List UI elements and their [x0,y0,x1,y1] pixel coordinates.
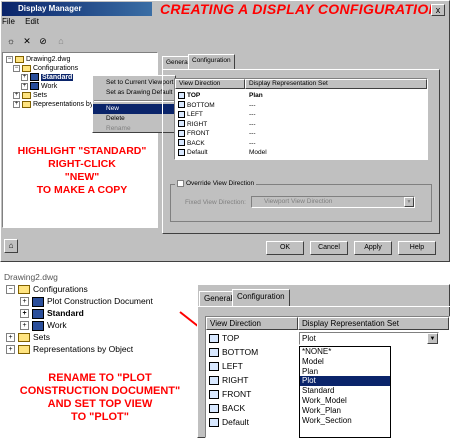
dropdown-option[interactable]: Plan [300,367,390,377]
column-header-set[interactable]: Display Representation Set [298,317,449,330]
view-row-label[interactable]: RIGHT [209,374,248,387]
dropdown-option[interactable]: Plot [300,376,390,387]
display-set-dropdown: *NONE* Model Plan Plot Standard Work_Model Wor… [299,346,391,438]
view-cube-icon [209,334,219,344]
dropdown-option[interactable]: Work_Section [300,416,390,426]
dropdown-option[interactable]: *NONE* [300,347,390,357]
view-cube-icon [209,348,219,358]
column-header-view[interactable]: View Direction [206,317,298,330]
view-cube-icon [209,418,219,428]
dropdown-option[interactable]: Work_Model [300,396,390,406]
tab-configuration[interactable]: Configuration [232,289,290,307]
tab-divider [197,306,450,307]
display-set-combo[interactable]: Plot ▼ [299,332,439,345]
chevron-down-icon[interactable]: ▼ [427,333,438,344]
view-row-label[interactable]: LEFT [209,360,243,373]
view-row-label[interactable]: TOP [209,332,239,345]
dropdown-option[interactable]: Standard [300,386,390,396]
view-row-label[interactable]: BACK [209,402,245,415]
dropdown-option[interactable]: Work_Plan [300,406,390,416]
view-row-label[interactable]: Default [209,416,249,429]
view-row-label[interactable]: BOTTOM [209,346,258,359]
dropdown-option[interactable]: Model [300,357,390,367]
view-row-label[interactable]: FRONT [209,388,251,401]
view-cube-icon [209,362,219,372]
view-cube-icon [209,376,219,386]
view-cube-icon [209,390,219,400]
view-cube-icon [209,404,219,414]
